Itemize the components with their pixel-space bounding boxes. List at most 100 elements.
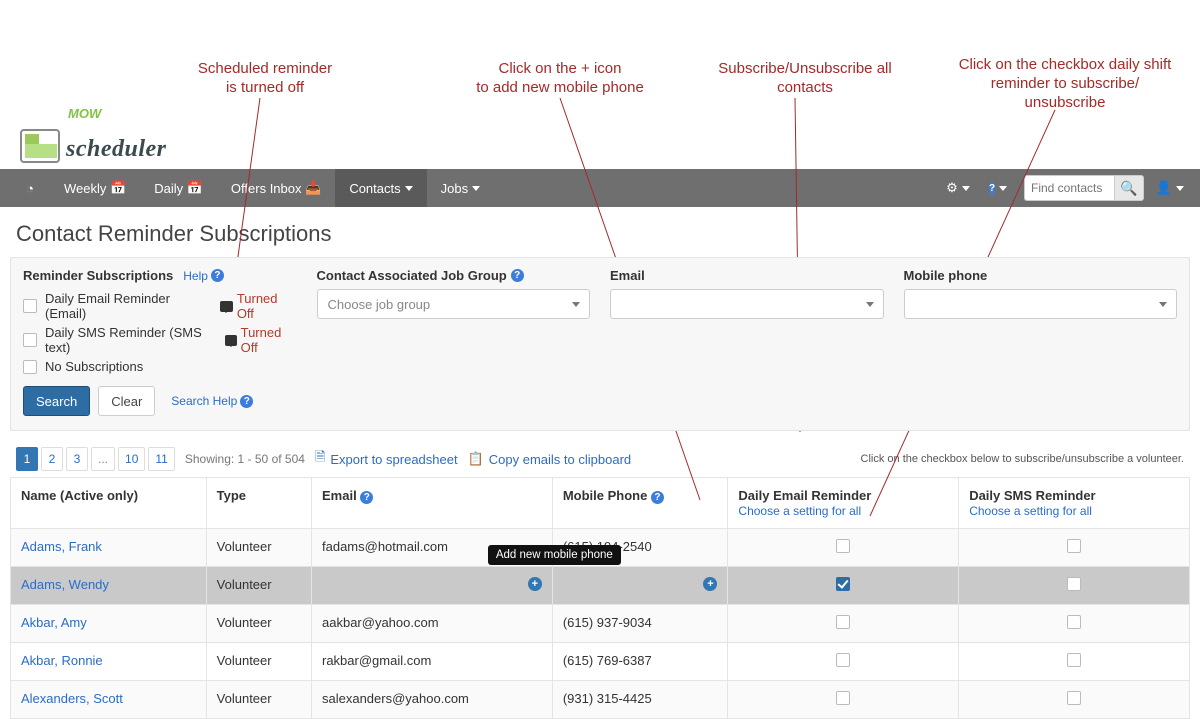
annotation-text: Scheduled reminder [150,60,380,79]
annotation-layer: Scheduled reminder is turned off Click o… [0,0,1200,160]
col-name: Name (Active only) [11,478,207,529]
nav-search-input[interactable] [1024,175,1114,201]
col-phone-label: Mobile Phone [563,488,648,503]
choose-setting-for-all-der[interactable]: Choose a setting for all [738,504,861,518]
search-button[interactable]: Search [23,386,90,416]
page-11[interactable]: 11 [148,447,174,471]
col-phone: Mobile Phone ? [552,478,728,529]
checkbox-der[interactable] [836,615,850,629]
checkbox-label: Daily Email Reminder (Email) [45,291,210,321]
col-daily-sms-reminder: Daily SMS Reminder Choose a setting for … [959,478,1190,529]
checkbox-dsr[interactable] [1067,691,1081,705]
checkbox-der[interactable] [836,653,850,667]
job-group-placeholder: Choose job group [328,297,431,312]
nav-weekly[interactable]: Weekly 📅 [50,169,140,207]
job-group-select[interactable]: Choose job group [317,289,591,319]
checkbox-dsr[interactable] [1067,615,1081,629]
contact-name-link[interactable]: Adams, Wendy [21,577,109,592]
turned-off-badge: Turned Off [220,291,296,321]
filter-panel: Reminder Subscriptions Help ? Daily Emai… [10,257,1190,431]
checkbox-no-subscriptions[interactable] [23,360,37,374]
nav-contacts-label: Contacts [349,181,400,196]
contact-phone: (615) 937-9034 [552,605,728,643]
chevron-down-icon [962,186,970,191]
chevron-down-icon [1176,186,1184,191]
help-icon: ? [989,182,995,195]
job-group-label: Contact Associated Job Group [317,268,507,283]
nav-search: 🔍 [1018,169,1150,207]
add-phone-tooltip: Add new mobile phone [488,545,621,565]
showing-count: Showing: 1 - 50 of 504 [185,452,305,466]
mobile-filter-label: Mobile phone [904,268,988,283]
help-icon: ? [211,269,224,282]
nav-help[interactable]: ? [978,169,1018,207]
col-der-label: Daily Email Reminder [738,488,948,503]
checkbox-der[interactable] [836,691,850,705]
mobile-filter-select[interactable] [904,289,1178,319]
choose-setting-for-all-dsr[interactable]: Choose a setting for all [969,504,1092,518]
add-email-icon[interactable]: + [528,577,542,591]
calendar-icon: 📅 [187,180,203,196]
page-2[interactable]: 2 [41,447,63,471]
contacts-table: Name (Active only) Type Email ? Mobile P… [10,477,1190,719]
contact-type: Volunteer [206,643,311,681]
checkbox-der[interactable] [836,539,850,553]
checkbox-daily-email-reminder[interactable] [23,299,37,313]
email-filter-select[interactable] [610,289,884,319]
nav-jobs[interactable]: Jobs [427,169,494,207]
export-icon: 🗎 [315,448,325,470]
search-icon: 🔍 [1120,180,1137,197]
copy-icon: 📋 [468,451,484,467]
nav-contacts[interactable]: Contacts [335,169,426,207]
table-row: Akbar, Amy Volunteer aakbar@yahoo.com (6… [11,605,1190,643]
page-10[interactable]: 10 [118,447,145,471]
checkbox-dsr[interactable] [1067,539,1081,553]
nav-weekly-label: Weekly [64,181,106,196]
annotation-text: Subscribe/Unsubscribe all [700,60,910,79]
chevron-down-icon [472,186,480,191]
contact-name-link[interactable]: Akbar, Amy [21,615,87,630]
annotation-text: Click on the checkbox daily shift [940,56,1190,75]
calendar-icon: 📅 [110,180,126,196]
nav-home-icon[interactable]: ◔ [10,169,50,207]
nav-daily[interactable]: Daily 📅 [140,169,217,207]
col-email-label: Email [322,488,357,503]
contact-name-link[interactable]: Alexanders, Scott [21,691,123,706]
nav-jobs-label: Jobs [441,181,468,196]
annotation-text: is turned off [150,79,380,98]
turned-off-text: Turned Off [241,325,297,355]
checkbox-dsr[interactable] [1067,577,1081,591]
nav-offers-inbox[interactable]: Offers Inbox 📥 [217,169,335,207]
logo-mow: MOW [68,106,101,121]
nav-user-menu[interactable]: 👤 [1150,169,1190,207]
help-link-text: Help [183,269,208,283]
clear-button[interactable]: Clear [98,386,155,416]
export-spreadsheet-link[interactable]: 🗎 Export to spreadsheet [315,448,458,470]
comment-icon [220,301,233,312]
page-1[interactable]: 1 [16,447,38,471]
col-dsr-label: Daily SMS Reminder [969,488,1179,503]
copy-emails-link[interactable]: 📋Copy emails to clipboard [468,451,632,467]
col-email: Email ? [312,478,553,529]
chevron-down-icon [866,302,874,307]
checkbox-dsr[interactable] [1067,653,1081,667]
help-link[interactable]: Help ? [183,269,224,283]
contact-name-link[interactable]: Adams, Frank [21,539,102,554]
chevron-down-icon [572,302,580,307]
col-daily-email-reminder: Daily Email Reminder Choose a setting fo… [728,478,959,529]
contact-type: Volunteer [206,567,311,605]
nav-search-button[interactable]: 🔍 [1114,175,1144,201]
annotation-text: to add new mobile phone [430,79,690,98]
checkbox-daily-sms-reminder[interactable] [23,333,37,347]
help-icon: ? [511,269,524,282]
help-icon: ? [360,491,373,504]
export-label: Export to spreadsheet [330,452,457,467]
contact-name-link[interactable]: Akbar, Ronnie [21,653,103,668]
page-3[interactable]: 3 [66,447,88,471]
add-mobile-phone-icon[interactable]: + [703,577,717,591]
nav-settings[interactable]: ⚙ [938,169,978,207]
contact-email: rakbar@gmail.com [312,643,553,681]
checkbox-der[interactable] [836,577,850,591]
search-help-link[interactable]: Search Help ? [171,394,253,408]
table-row: Akbar, Ronnie Volunteer rakbar@gmail.com… [11,643,1190,681]
